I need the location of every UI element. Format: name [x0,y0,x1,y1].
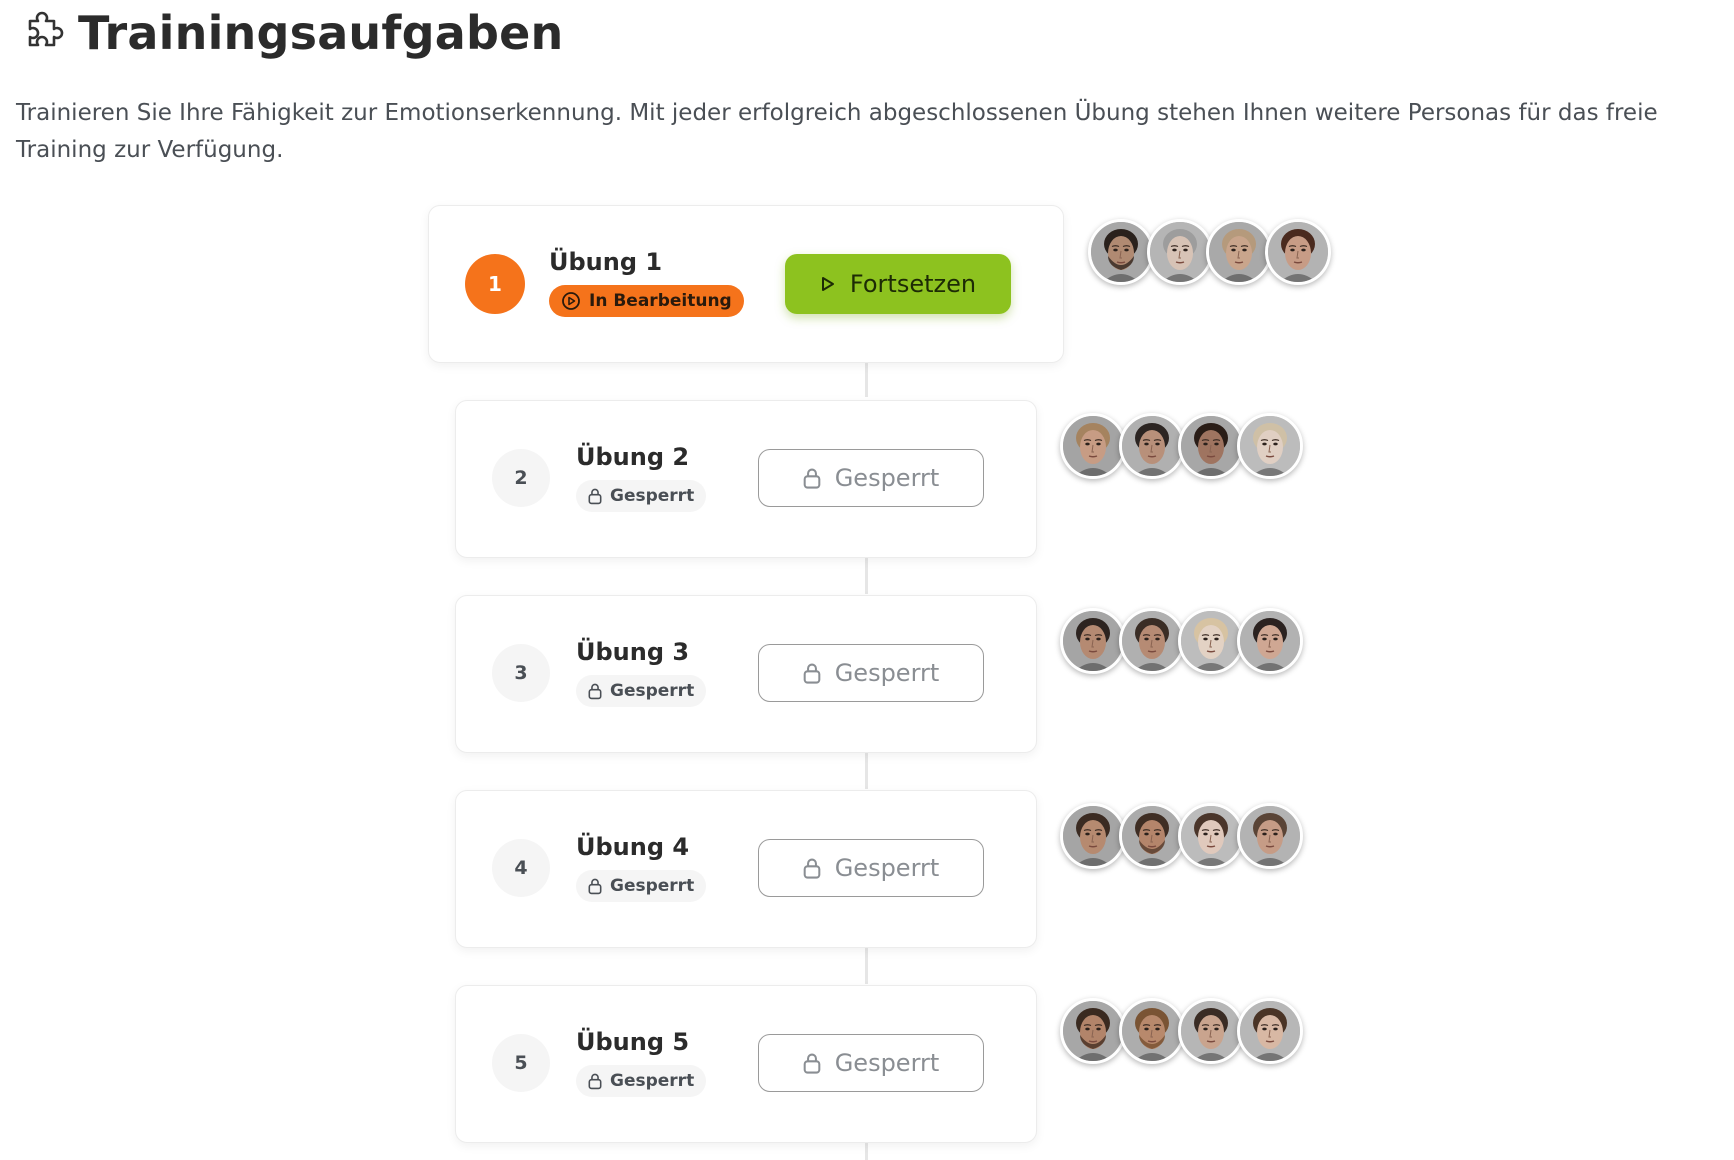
timeline-connector [865,946,868,984]
page-header: Trainingsaufgaben [16,6,563,60]
persona-avatar [1060,998,1126,1064]
lock-icon [803,856,821,880]
exercise-number: 2 [492,449,550,507]
play-icon [820,275,836,293]
persona-avatar [1237,998,1303,1064]
exercise-title: Übung 4 [576,833,690,861]
persona-avatar [1237,803,1303,869]
status-label: In Bearbeitung [589,291,732,311]
exercise-card: 4 Übung 4 Gesperrt Gesperrt [455,790,1037,948]
persona-avatar [1206,219,1272,285]
timeline-connector [865,1141,868,1160]
persona-avatar [1237,608,1303,674]
exercise-title: Übung 3 [576,638,690,666]
play-circle-icon [561,291,581,311]
persona-avatars [1060,413,1303,479]
locked-button[interactable]: Gesperrt [758,644,984,702]
persona-avatar [1265,219,1331,285]
timeline-connector [865,361,868,397]
locked-button[interactable]: Gesperrt [758,449,984,507]
button-label: Gesperrt [834,1049,940,1077]
persona-avatar [1147,219,1213,285]
persona-avatars [1060,998,1303,1064]
persona-avatar [1088,219,1154,285]
button-label: Gesperrt [834,659,940,687]
status-label: Gesperrt [610,681,695,701]
exercise-title: Übung 2 [576,443,690,471]
persona-avatar [1060,803,1126,869]
exercise-number: 5 [492,1034,550,1092]
timeline-connector [865,751,868,789]
status-badge: Gesperrt [576,675,707,707]
intro-text: Trainieren Sie Ihre Fähigkeit zur Emotio… [16,100,1658,163]
persona-avatar [1178,413,1244,479]
status-badge: In Bearbeitung [549,285,744,317]
exercise-card: 2 Übung 2 Gesperrt Gesperrt [455,400,1037,558]
persona-avatars [1060,803,1303,869]
training-page: Trainingsaufgaben Trainieren Sie Ihre Fä… [0,0,1734,1160]
locked-button[interactable]: Gesperrt [758,1034,984,1092]
exercise-card: 1 Übung 1 In Bearbeitung Fortsetzen [428,205,1064,363]
lock-icon [803,466,821,490]
exercise-number: 3 [492,644,550,702]
exercise-card: 3 Übung 3 Gesperrt Gesperrt [455,595,1037,753]
status-label: Gesperrt [610,486,695,506]
exercise-title: Übung 5 [576,1028,690,1056]
lock-icon [588,487,602,505]
persona-avatars [1088,219,1331,285]
persona-avatar [1119,803,1185,869]
timeline-connector [865,556,868,594]
persona-avatar [1119,413,1185,479]
lock-icon [588,877,602,895]
status-badge: Gesperrt [576,870,707,902]
persona-avatar [1119,998,1185,1064]
button-label: Fortsetzen [849,270,977,298]
exercise-card: 5 Übung 5 Gesperrt Gesperrt [455,985,1037,1143]
exercise-number: 1 [465,254,525,314]
persona-avatar [1178,998,1244,1064]
lock-icon [803,661,821,685]
page-title: Trainingsaufgaben [78,6,564,60]
persona-avatar [1119,608,1185,674]
persona-avatar [1178,803,1244,869]
persona-avatar [1237,413,1303,479]
button-label: Gesperrt [834,464,940,492]
puzzle-icon [28,11,64,47]
exercise-number: 4 [492,839,550,897]
status-label: Gesperrt [610,876,695,896]
lock-icon [803,1051,821,1075]
locked-button[interactable]: Gesperrt [758,839,984,897]
persona-avatar [1060,608,1126,674]
persona-avatars [1060,608,1303,674]
exercise-title: Übung 1 [549,248,663,276]
status-badge: Gesperrt [576,480,707,512]
button-label: Gesperrt [834,854,940,882]
status-label: Gesperrt [610,1071,695,1091]
lock-icon [588,1072,602,1090]
continue-button[interactable]: Fortsetzen [785,254,1011,314]
persona-avatar [1178,608,1244,674]
lock-icon [588,682,602,700]
persona-avatar [1060,413,1126,479]
status-badge: Gesperrt [576,1065,707,1097]
